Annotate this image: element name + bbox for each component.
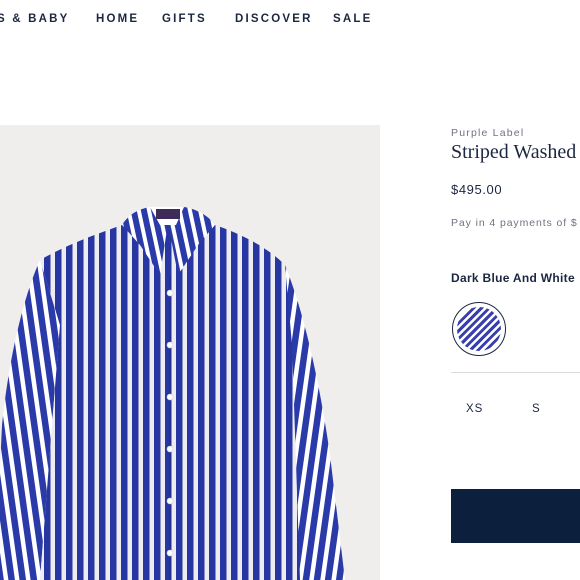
shirt-button [166, 289, 174, 297]
color-swatch-dark-blue-white[interactable] [452, 302, 506, 356]
product-title: Striped Washed [451, 141, 577, 163]
product-price: $495.00 [451, 182, 503, 197]
size-option-s[interactable]: S [532, 403, 541, 415]
add-to-bag-button[interactable] [451, 489, 580, 543]
top-navigation: S & BABY HOME GIFTS DISCOVER SALE [0, 0, 580, 40]
installment-info: Pay in 4 payments of $ [451, 217, 578, 229]
swatch-stripe-pattern [457, 307, 501, 351]
nav-item-home[interactable]: HOME [96, 13, 139, 25]
shirt-button [166, 341, 174, 349]
nav-item-discover[interactable]: DISCOVER [235, 13, 313, 25]
shirt-button [166, 549, 174, 557]
shirt-button [166, 497, 174, 505]
selected-color-name: Dark Blue And White [451, 271, 575, 285]
product-image[interactable] [0, 125, 380, 580]
product-brand[interactable]: Purple Label [451, 127, 524, 139]
nav-item-kids-baby[interactable]: S & BABY [0, 13, 70, 25]
nav-item-sale[interactable]: SALE [333, 13, 372, 25]
shirt-button [166, 445, 174, 453]
shirt-label [156, 209, 180, 219]
divider [451, 372, 580, 373]
striped-shirt-image [0, 207, 345, 580]
size-option-xs[interactable]: XS [466, 403, 483, 415]
shirt-button [166, 393, 174, 401]
nav-item-gifts[interactable]: GIFTS [162, 13, 207, 25]
